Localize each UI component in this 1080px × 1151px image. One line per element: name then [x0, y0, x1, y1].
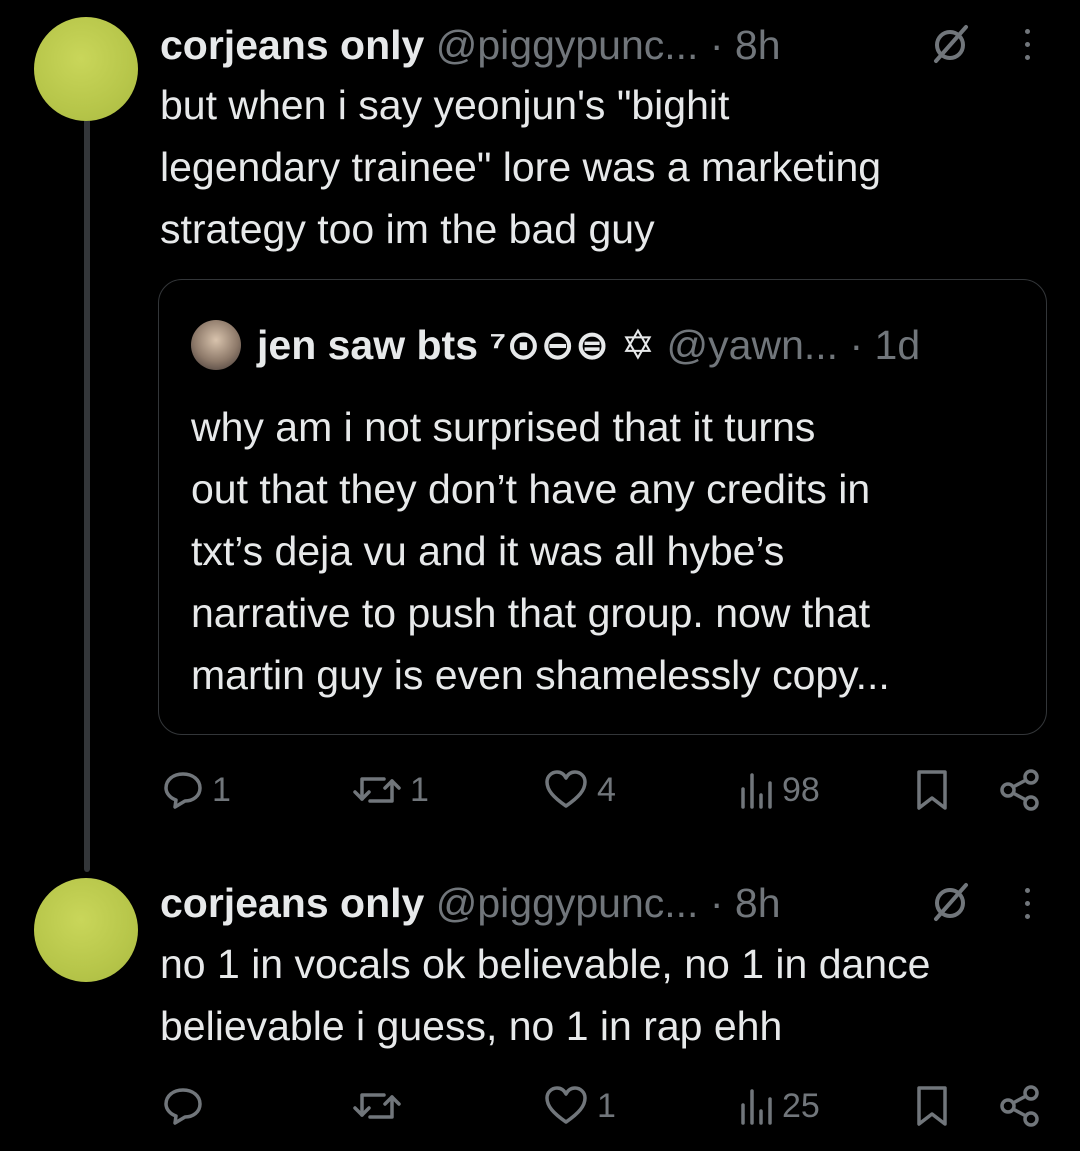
share-button[interactable] [998, 768, 1042, 812]
timestamp[interactable]: · 8h [710, 880, 781, 926]
tweet-text: but when i say yeonjun's "bighit legenda… [160, 74, 881, 260]
author-handle[interactable]: @piggypunc... [436, 22, 699, 68]
reply-button[interactable] [162, 1084, 212, 1128]
thread-connector-line [84, 117, 90, 872]
views-button[interactable]: 98 [738, 768, 820, 812]
retweet-button[interactable] [352, 1084, 410, 1128]
quote-text-line: why am i not surprised that it turns [191, 404, 816, 450]
views-count: 25 [782, 1086, 820, 1125]
views-count: 98 [782, 770, 820, 809]
more-icon[interactable] [1020, 884, 1034, 924]
like-icon [545, 1086, 587, 1124]
tweet-text-line: strategy too im the bad guy [160, 206, 655, 252]
like-count: 4 [597, 770, 616, 809]
quote-timestamp[interactable]: · 1d [849, 322, 920, 368]
reply-icon [164, 1088, 202, 1125]
views-icon [741, 1089, 772, 1125]
views-button[interactable]: 25 [738, 1084, 820, 1128]
views-icon [741, 773, 772, 809]
retweet-icon [353, 777, 401, 803]
bookmark-button[interactable] [914, 768, 950, 812]
quote-text-line: martin guy is even shamelessly copy... [191, 652, 890, 698]
reply-icon [164, 772, 202, 809]
tweet-header: corjeans only @piggypunc... · 8h [160, 21, 781, 69]
quote-text-line: narrative to push that group. now that [191, 590, 871, 636]
quote-tweet[interactable]: jen saw bts ⁷⊙⊖⊜ ✡ @yawn... · 1d why am … [158, 279, 1047, 735]
quote-text: why am i not surprised that it turns out… [191, 396, 1031, 706]
like-icon [545, 770, 587, 808]
reply-button[interactable]: 1 [162, 768, 231, 812]
tweet-text: no 1 in vocals ok believable, no 1 in da… [160, 933, 930, 1057]
bookmark-button[interactable] [914, 1084, 950, 1128]
mute-icon[interactable] [928, 881, 972, 925]
quote-avatar[interactable] [191, 320, 241, 370]
retweet-button[interactable]: 1 [352, 768, 429, 812]
share-icon [1000, 769, 1039, 811]
author-name[interactable]: corjeans only [160, 22, 424, 68]
tweet-text-line: believable i guess, no 1 in rap ehh [160, 1003, 783, 1049]
bookmark-icon [917, 770, 947, 810]
more-icon[interactable] [1020, 25, 1034, 65]
quote-text-line: txt’s deja vu and it was all hybe’s [191, 528, 785, 574]
quote-author-name[interactable]: jen saw bts ⁷⊙⊖⊜ ✡ [257, 322, 655, 368]
quote-author-handle[interactable]: @yawn... [667, 322, 839, 368]
mute-icon[interactable] [928, 23, 972, 67]
tweet-header: corjeans only @piggypunc... · 8h [160, 879, 781, 927]
reply-count: 1 [212, 770, 231, 809]
tweet-text-line: legendary trainee" lore was a marketing [160, 144, 882, 190]
bookmark-icon [917, 1086, 947, 1126]
quote-text-line: out that they don’t have any credits in [191, 466, 871, 512]
avatar[interactable] [34, 17, 138, 121]
timestamp[interactable]: · 8h [710, 22, 781, 68]
like-button[interactable]: 4 [543, 768, 616, 812]
retweet-count: 1 [410, 770, 429, 809]
like-count: 1 [597, 1086, 616, 1125]
author-name[interactable]: corjeans only [160, 880, 424, 926]
tweet-text-line: no 1 in vocals ok believable, no 1 in da… [160, 941, 931, 987]
avatar[interactable] [34, 878, 138, 982]
tweet-text-line: but when i say yeonjun's "bighit [160, 82, 730, 128]
share-button[interactable] [998, 1084, 1042, 1128]
like-button[interactable]: 1 [543, 1084, 616, 1128]
retweet-icon [353, 1093, 401, 1119]
quote-header: jen saw bts ⁷⊙⊖⊜ ✡ @yawn... · 1d [257, 322, 920, 368]
share-icon [1000, 1085, 1039, 1127]
author-handle[interactable]: @piggypunc... [436, 880, 699, 926]
